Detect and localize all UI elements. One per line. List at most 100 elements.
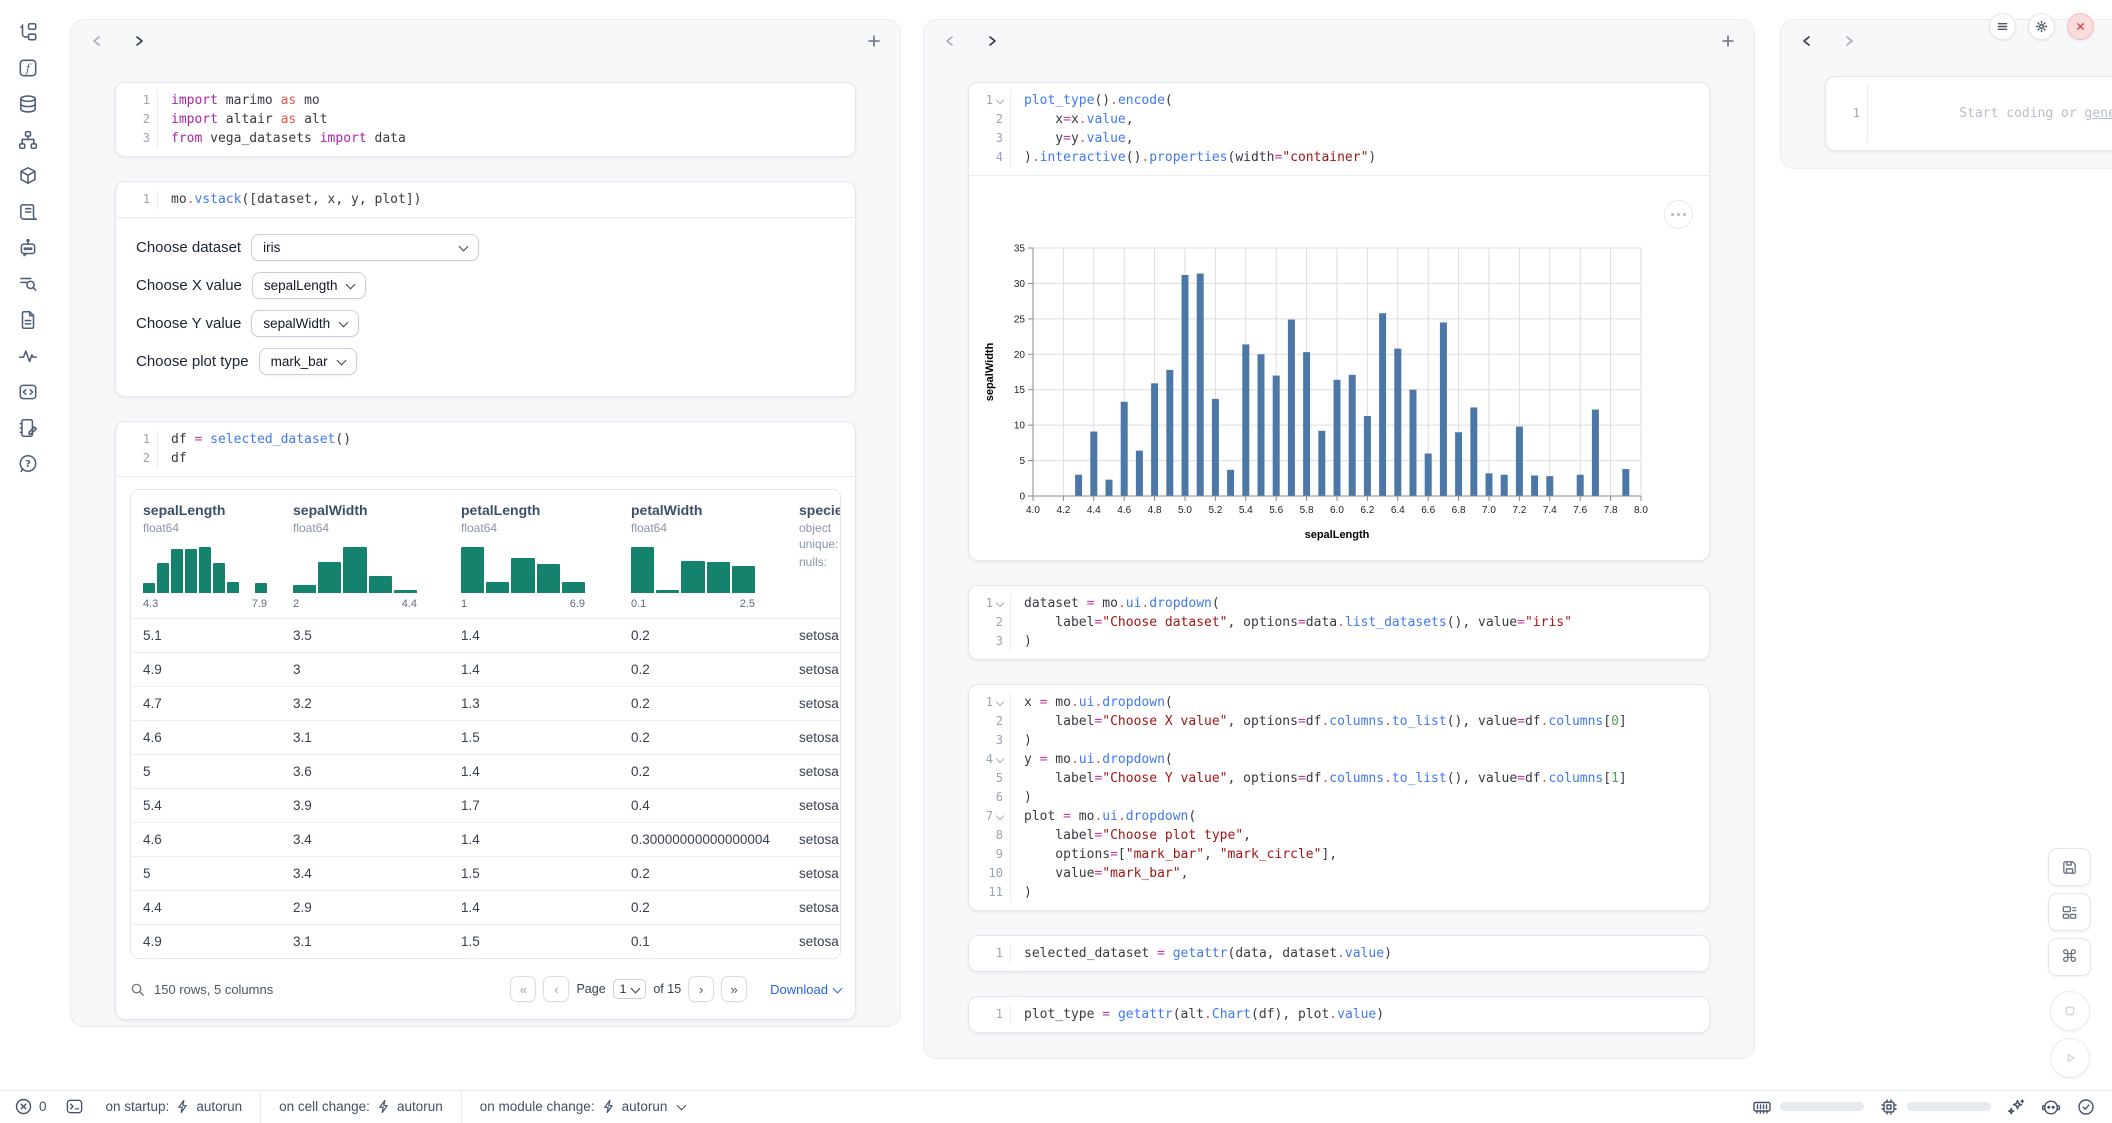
column-right-button[interactable] — [131, 33, 147, 49]
tracing-icon[interactable] — [17, 345, 39, 367]
table-row[interactable]: 5.13.51.40.2setosa — [131, 618, 840, 652]
dataframe-table: sepalLengthfloat644.37.9sepalWidthfloat6… — [130, 489, 841, 959]
table-row[interactable]: 4.93.11.50.1setosa — [131, 924, 840, 958]
next-page-button[interactable]: › — [688, 976, 714, 1002]
last-page-button[interactable]: » — [721, 976, 747, 1002]
column-right-button[interactable] — [984, 33, 1000, 49]
table-cell: 3.4 — [293, 866, 461, 881]
column-left-button[interactable] — [89, 33, 105, 49]
logs-icon[interactable] — [17, 273, 39, 295]
svg-text:4.6: 4.6 — [1117, 505, 1131, 516]
code-editor[interactable]: 1 Start coding or generate with — [1826, 77, 2112, 150]
datasources-icon[interactable] — [17, 93, 39, 115]
menu-button[interactable] — [1989, 13, 2016, 40]
dropdown-select-0[interactable]: iris — [251, 234, 479, 261]
column-header[interactable]: sepalWidthfloat6424.4 — [293, 502, 461, 618]
svg-text:5.2: 5.2 — [1208, 505, 1222, 516]
code-editor[interactable]: 1dataset = mo.ui.dropdown(2 label="Choos… — [969, 586, 1709, 659]
svg-text:sepalLength: sepalLength — [1305, 529, 1370, 541]
code-editor[interactable]: 1mo.vstack([dataset, x, y, plot]) — [116, 182, 855, 217]
close-button[interactable] — [2067, 13, 2094, 40]
code-editor[interactable]: 1selected_dataset = getattr(data, datase… — [969, 936, 1709, 971]
runtime-config-item[interactable]: on startup:autorun — [106, 1099, 243, 1114]
dependency-graph-icon[interactable] — [17, 129, 39, 151]
add-cell-button[interactable] — [1720, 33, 1736, 49]
column-header[interactable]: sepalLengthfloat644.37.9 — [143, 502, 293, 618]
code-editor[interactable]: 1x = mo.ui.dropdown(2 label="Choose X va… — [969, 685, 1709, 910]
scratchpad-icon[interactable] — [17, 417, 39, 439]
files-icon[interactable] — [17, 21, 39, 43]
code-editor[interactable]: 1plot_type = getattr(alt.Chart(df), plot… — [969, 997, 1709, 1032]
settings-gear-button[interactable] — [2028, 13, 2055, 40]
page-select[interactable]: 1 — [613, 979, 647, 999]
history-check-button[interactable] — [2076, 1097, 2096, 1117]
code-line: 4).interactive().properties(width="conta… — [969, 148, 1709, 167]
layout-button[interactable] — [2048, 893, 2091, 931]
help-icon[interactable]: ? — [17, 453, 39, 475]
generate-with-ai-link[interactable]: generate — [2085, 106, 2112, 121]
memory-usage[interactable] — [1752, 1097, 1864, 1117]
add-cell-button[interactable] — [866, 33, 882, 49]
dropdown-select-1[interactable]: sepalLength — [252, 272, 367, 299]
table-cell: 4.6 — [143, 730, 293, 745]
cpu-usage[interactable] — [1879, 1097, 1991, 1117]
ai-sparkles-button[interactable] — [2006, 1097, 2026, 1117]
runtime-config-item[interactable]: on cell change:autorun — [279, 1099, 443, 1114]
code-line: 1x = mo.ui.dropdown( — [969, 693, 1709, 712]
cell-selected-dataset: 1selected_dataset = getattr(data, datase… — [968, 935, 1710, 972]
column-histogram — [461, 547, 585, 593]
table-row[interactable]: 5.43.91.70.4setosa — [131, 788, 840, 822]
terminal-button[interactable] — [65, 1097, 84, 1116]
chart-actions-button[interactable] — [1664, 200, 1693, 229]
dropdown-select-3[interactable]: mark_bar — [259, 348, 357, 375]
snippets-icon[interactable] — [17, 309, 39, 331]
bar — [1349, 375, 1356, 496]
documentation-icon[interactable] — [17, 201, 39, 223]
search-icon[interactable] — [130, 982, 145, 997]
column-left-button[interactable] — [942, 33, 958, 49]
column-header[interactable]: petalLengthfloat6416.9 — [461, 502, 631, 618]
fold-chevron-icon[interactable] — [996, 598, 1004, 606]
variables-icon[interactable]: f — [17, 57, 39, 79]
bar — [1440, 322, 1447, 496]
outline-icon[interactable] — [17, 381, 39, 403]
code-line: 1import marimo as mo — [116, 91, 855, 110]
fold-chevron-icon[interactable] — [996, 811, 1004, 819]
column-right-button[interactable] — [1841, 33, 1857, 49]
table-cell: 0.2 — [631, 764, 799, 779]
assistant-button[interactable] — [2041, 1097, 2061, 1117]
fold-chevron-icon[interactable] — [996, 754, 1004, 762]
dropdown-select-2[interactable]: sepalWidth — [251, 310, 359, 337]
column-header[interactable]: petalWidthfloat640.12.5 — [631, 502, 799, 618]
column-header[interactable]: speciesobjectunique:nulls: — [799, 502, 841, 618]
chat-icon[interactable] — [17, 237, 39, 259]
code-line: 3 y=y.value, — [969, 129, 1709, 148]
table-row[interactable]: 4.63.41.40.30000000000000004setosa — [131, 822, 840, 856]
table-row[interactable]: 53.41.50.2setosa — [131, 856, 840, 890]
table-row[interactable]: 53.61.40.2setosa — [131, 754, 840, 788]
table-row[interactable]: 4.63.11.50.2setosa — [131, 720, 840, 754]
first-page-button[interactable]: « — [510, 976, 536, 1002]
packages-icon[interactable] — [17, 165, 39, 187]
table-row[interactable]: 4.931.40.2setosa — [131, 652, 840, 686]
command-palette-button[interactable]: ⌘ — [2048, 938, 2091, 976]
runtime-config-item[interactable]: on module change:autorun — [480, 1099, 686, 1114]
bar — [1455, 432, 1462, 496]
stop-button[interactable] — [2050, 991, 2090, 1031]
code-editor[interactable]: 1plot_type().encode(2 x=x.value,3 y=y.va… — [969, 83, 1709, 175]
fold-chevron-icon[interactable] — [996, 95, 1004, 103]
table-row[interactable]: 4.73.21.30.2setosa — [131, 686, 840, 720]
prev-page-button[interactable]: ‹ — [543, 976, 569, 1002]
table-row[interactable]: 4.42.91.40.2setosa — [131, 890, 840, 924]
download-button[interactable]: Download — [770, 982, 841, 997]
fold-chevron-icon[interactable] — [996, 697, 1004, 705]
hist-bar — [631, 547, 654, 593]
bar — [1075, 475, 1082, 496]
code-editor[interactable]: 1df = selected_dataset()2df — [116, 422, 855, 476]
run-button[interactable] — [2050, 1038, 2090, 1078]
code-editor[interactable]: 1import marimo as mo2import altair as al… — [116, 83, 855, 156]
error-count-badge[interactable]: 0 — [14, 1097, 47, 1116]
vega-bar-chart[interactable]: 051015202530354.04.24.44.64.85.05.25.45.… — [981, 234, 1709, 544]
save-button[interactable] — [2048, 848, 2091, 886]
column-left-button[interactable] — [1799, 33, 1815, 49]
